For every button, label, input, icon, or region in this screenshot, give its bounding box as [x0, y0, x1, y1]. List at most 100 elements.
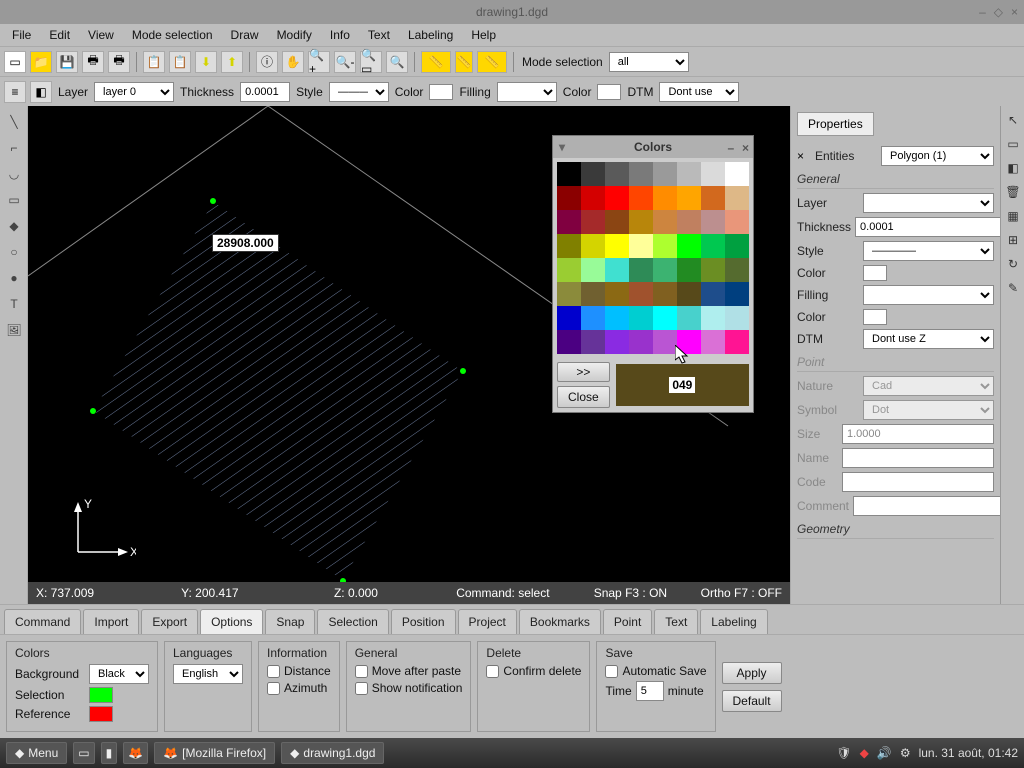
swatch[interactable] — [725, 210, 749, 234]
layer-manage-icon[interactable]: ◧ — [30, 81, 52, 103]
misc-icon[interactable]: ✎ — [1003, 278, 1023, 298]
swatch[interactable] — [653, 186, 677, 210]
swatch[interactable] — [677, 258, 701, 282]
swatch[interactable] — [629, 234, 653, 258]
swatch[interactable] — [725, 234, 749, 258]
pointer-icon[interactable]: ↖ — [1003, 110, 1023, 130]
tab-labeling[interactable]: Labeling — [700, 609, 767, 634]
swatch[interactable] — [653, 330, 677, 354]
tab-position[interactable]: Position — [391, 609, 456, 634]
swatch[interactable] — [557, 330, 581, 354]
menu-modify[interactable]: Modify — [269, 25, 320, 45]
ruler3-icon[interactable]: 📏 — [477, 51, 507, 73]
default-button[interactable]: Default — [722, 690, 782, 712]
tab-project[interactable]: Project — [458, 609, 517, 634]
language-select[interactable]: English — [173, 664, 243, 684]
color-swatch[interactable] — [429, 84, 453, 100]
swatch[interactable] — [701, 210, 725, 234]
dialog-min-icon[interactable]: – — [728, 141, 735, 155]
close-icon[interactable]: × — [1011, 5, 1018, 19]
tab-import[interactable]: Import — [83, 609, 139, 634]
swatch[interactable] — [581, 330, 605, 354]
paste-icon[interactable]: 📋 — [169, 51, 191, 73]
swatch[interactable] — [701, 234, 725, 258]
circle-tool-icon[interactable]: ○ — [2, 240, 26, 264]
firefox-launcher-icon[interactable]: 🦊 — [123, 742, 148, 764]
info-icon[interactable]: ⓘ — [256, 51, 278, 73]
save-icon[interactable]: 💾 — [56, 51, 78, 73]
layers-icon[interactable]: ≡ — [4, 81, 26, 103]
apply-button[interactable]: Apply — [722, 662, 782, 684]
tab-export[interactable]: Export — [141, 609, 198, 634]
menu-labeling[interactable]: Labeling — [400, 25, 461, 45]
show-desktop-icon[interactable]: ▭ — [73, 742, 94, 764]
swatch[interactable] — [605, 186, 629, 210]
properties-tab[interactable]: Properties — [797, 112, 874, 136]
rotate-icon[interactable]: ↻ — [1003, 254, 1023, 274]
swatch[interactable] — [629, 306, 653, 330]
swatch[interactable] — [629, 258, 653, 282]
trash-icon[interactable]: 🗑 — [1003, 182, 1023, 202]
selection-icon[interactable]: ▭ — [1003, 134, 1023, 154]
eraser-icon[interactable]: ◧ — [1003, 158, 1023, 178]
swatch[interactable] — [701, 330, 725, 354]
image-tool-icon[interactable]: 🖼 — [2, 318, 26, 342]
distance-checkbox[interactable] — [267, 665, 280, 678]
swatch[interactable] — [581, 186, 605, 210]
menu-info[interactable]: Info — [322, 25, 358, 45]
arc-tool-icon[interactable]: ◡ — [2, 162, 26, 186]
print-preview-icon[interactable]: 🖶 — [108, 51, 130, 73]
swatch[interactable] — [605, 282, 629, 306]
polyline-tool-icon[interactable]: ⌐ — [2, 136, 26, 160]
swatch[interactable] — [629, 330, 653, 354]
maximize-icon[interactable]: ◇ — [994, 5, 1003, 19]
tray-update-icon[interactable]: ◆ — [860, 746, 869, 760]
swatch[interactable] — [725, 306, 749, 330]
swatch[interactable] — [701, 258, 725, 282]
prop-color-swatch[interactable] — [863, 265, 887, 281]
start-menu-button[interactable]: ◆ Menu — [6, 742, 67, 764]
layer-select[interactable]: layer 0 — [94, 82, 174, 102]
prop-filling-select[interactable] — [863, 285, 994, 305]
terminal-icon[interactable]: ▮ — [101, 742, 118, 764]
ruler-icon[interactable]: 📏 — [421, 51, 451, 73]
zoom-in-icon[interactable]: 🔍+ — [308, 51, 330, 73]
swatch[interactable] — [677, 162, 701, 186]
save-time-input[interactable] — [636, 681, 664, 701]
drawing-task[interactable]: ◆ drawing1.dgd — [281, 742, 384, 764]
close-colors-button[interactable]: Close — [557, 386, 610, 408]
print-icon[interactable]: 🖶 — [82, 51, 104, 73]
swatch[interactable] — [677, 306, 701, 330]
zoom-out-icon[interactable]: 🔍- — [334, 51, 356, 73]
copy-icon[interactable]: 📋 — [143, 51, 165, 73]
tab-bookmarks[interactable]: Bookmarks — [519, 609, 601, 634]
color2-swatch[interactable] — [597, 84, 621, 100]
swatch[interactable] — [677, 282, 701, 306]
azimuth-checkbox[interactable] — [267, 682, 280, 695]
tray-clock[interactable]: lun. 31 août, 01:42 — [919, 746, 1018, 760]
swatch[interactable] — [629, 282, 653, 306]
firefox-task[interactable]: 🦊 [Mozilla Firefox] — [154, 742, 275, 764]
swatch[interactable] — [653, 282, 677, 306]
new-icon[interactable]: ▭ — [4, 51, 26, 73]
entities-select[interactable]: Polygon (1) — [881, 146, 994, 166]
move-checkbox[interactable] — [355, 665, 368, 678]
tab-command[interactable]: Command — [4, 609, 81, 634]
swatch[interactable] — [701, 186, 725, 210]
filling-select[interactable] — [497, 82, 557, 102]
mode-select[interactable]: all — [609, 52, 689, 72]
autosave-checkbox[interactable] — [605, 665, 618, 678]
colors-dialog[interactable]: ▾ Colors – × >> Close 049 — [552, 135, 754, 413]
swatch[interactable] — [557, 258, 581, 282]
swatch[interactable] — [677, 234, 701, 258]
pan-icon[interactable]: ✋ — [282, 51, 304, 73]
swatch[interactable] — [701, 306, 725, 330]
tray-volume-icon[interactable]: 🔊 — [877, 746, 892, 760]
polygon-tool-icon[interactable]: ◆ — [2, 214, 26, 238]
swatch[interactable] — [581, 258, 605, 282]
prop-color2-swatch[interactable] — [863, 309, 887, 325]
thickness-input[interactable] — [240, 82, 290, 102]
notif-checkbox[interactable] — [355, 682, 368, 695]
swatch[interactable] — [653, 210, 677, 234]
swatch[interactable] — [725, 330, 749, 354]
